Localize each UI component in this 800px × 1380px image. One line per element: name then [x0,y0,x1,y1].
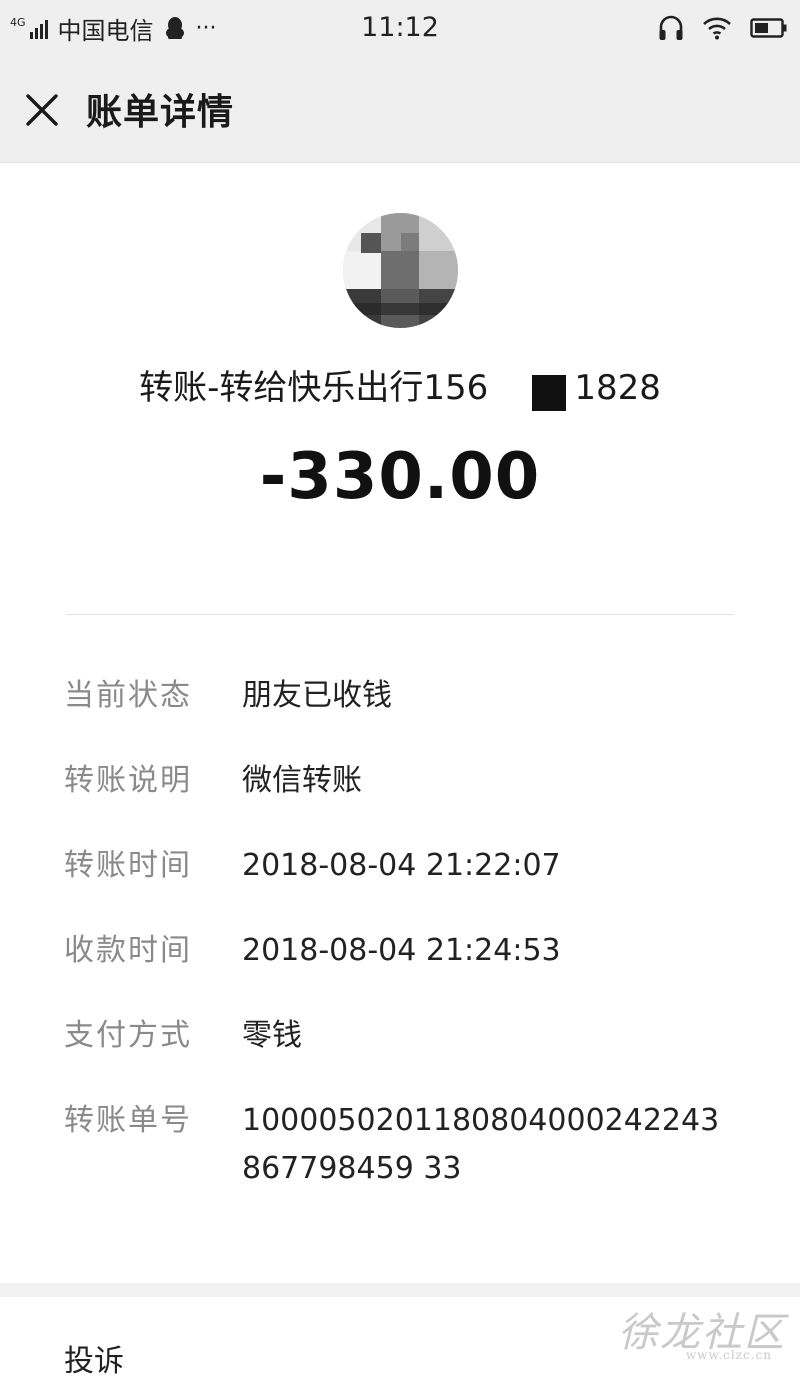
battery-icon [750,18,787,38]
detail-label: 转账时间 [64,848,192,883]
detail-value: 1000050201180804000242243867798459 33 [242,1103,720,1186]
avatar [343,213,458,328]
detail-value: 微信转账 [242,763,362,798]
watermark-site: www.clzc.cn [685,1348,772,1362]
detail-label: 支付方式 [64,1018,192,1053]
detail-value: 2018-08-04 21:22:07 [242,848,561,883]
wifi-icon [703,17,731,40]
redaction-block [532,374,567,411]
detail-value: 朋友已收钱 [242,678,392,713]
payee-phone-suffix: 1828 [574,368,661,408]
status-bar: 4G 中国电信 ··· 11:12 [0,0,800,56]
page-title: 账单详情 [86,92,235,133]
detail-label: 收款时间 [64,933,192,968]
section-gap [0,1283,800,1297]
detail-value: 2018-08-04 21:24:53 [242,933,561,968]
divider [66,614,734,615]
payee-title: 转账-转给快乐出行156 1828 [0,360,800,411]
navigation-bar: 账单详情 [0,56,800,163]
payee-name: 转账-转给快乐出行156 [139,368,489,408]
watermark: 徐龙社区 www.clzc.cn [618,1300,786,1362]
close-icon[interactable] [22,90,62,130]
status-right [640,12,788,44]
detail-label: 转账说明 [64,763,192,798]
complain-link[interactable]: 投诉 [64,1336,124,1380]
headphones-icon [659,15,683,40]
detail-value: 零钱 [242,1018,302,1053]
detail-label: 当前状态 [64,678,192,713]
transaction-amount: -330.00 [259,440,541,514]
detail-label: 转账单号 [64,1103,192,1138]
